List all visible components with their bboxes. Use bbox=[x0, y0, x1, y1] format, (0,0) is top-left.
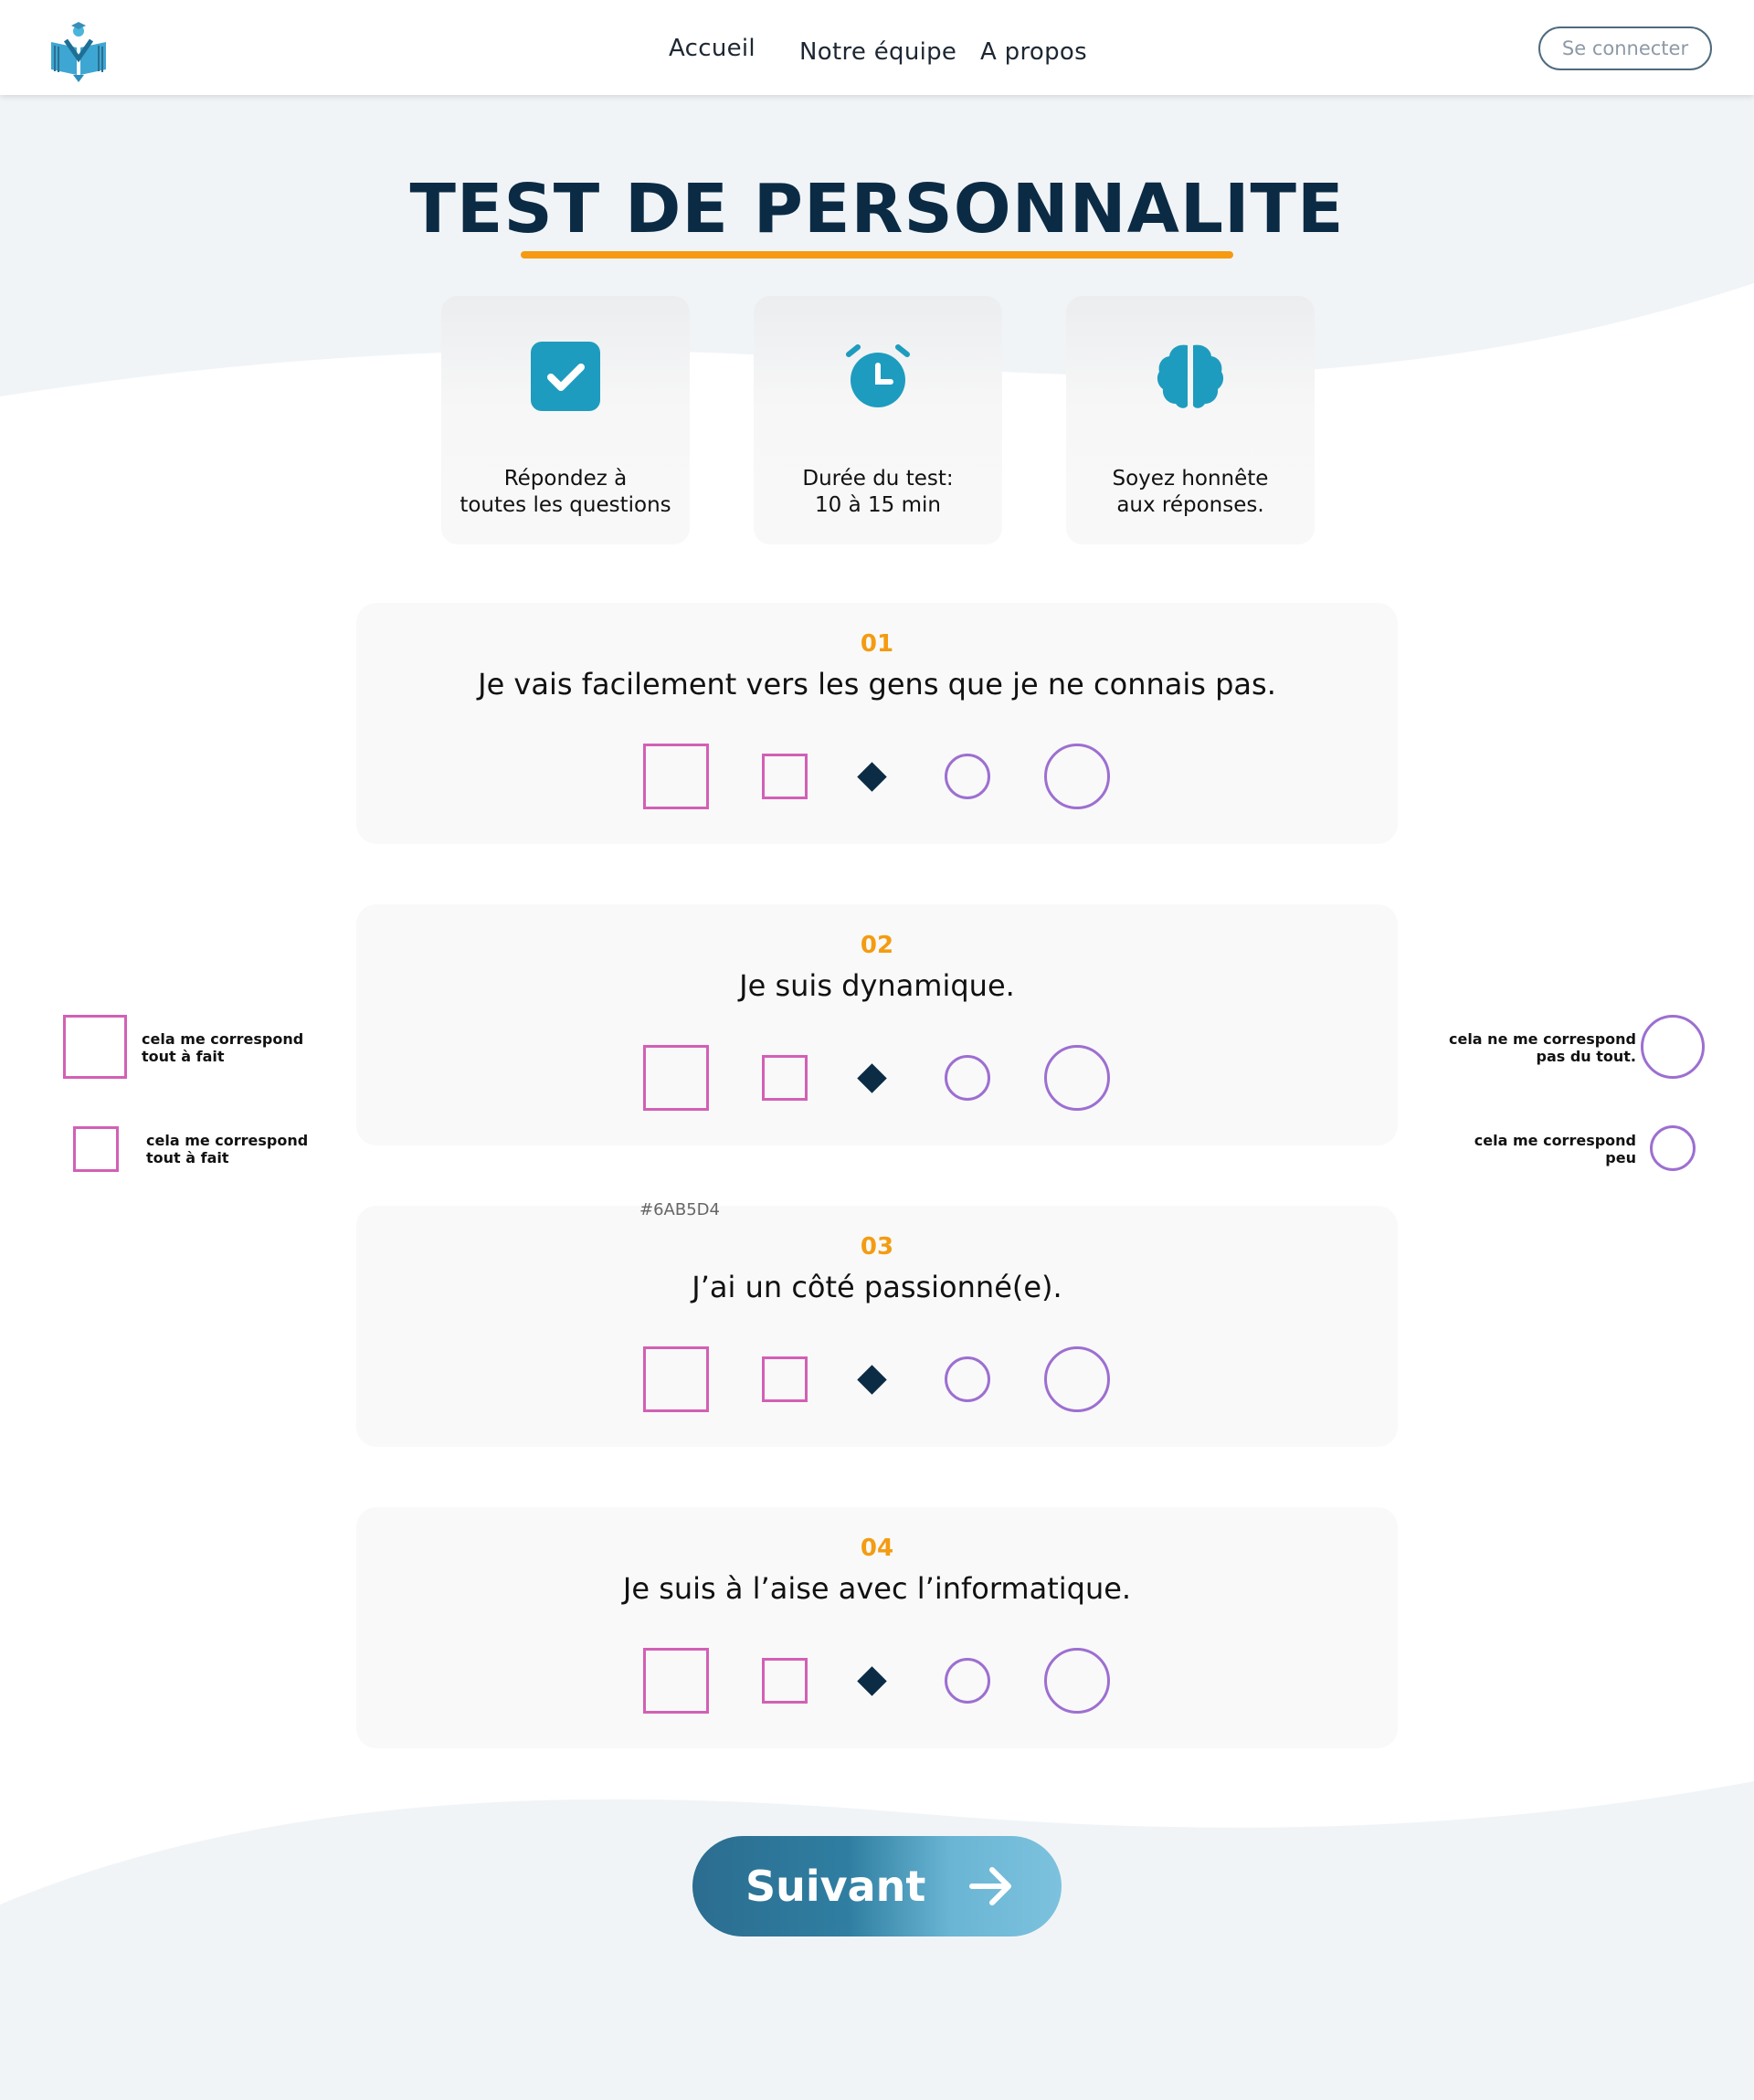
answer-strongly-agree[interactable] bbox=[643, 1045, 709, 1111]
question-number: 03 bbox=[860, 1233, 894, 1261]
legend-line: cela me correspond bbox=[146, 1132, 309, 1149]
info-line: Soyez honnête bbox=[1112, 467, 1269, 491]
answer-strongly-agree[interactable] bbox=[643, 1346, 709, 1412]
info-text-duration: Durée du test: 10 à 15 min bbox=[754, 466, 1002, 519]
legend-right-large-text: cela ne me correspond pas du tout. bbox=[1449, 1030, 1636, 1065]
nav-accueil[interactable]: Accueil bbox=[669, 35, 755, 62]
question-card-3: 03 J’ai un côté passionné(e). bbox=[356, 1206, 1398, 1447]
answer-agree[interactable] bbox=[762, 1658, 808, 1704]
question-number: 04 bbox=[860, 1535, 894, 1562]
question-text: Je vais facilement vers les gens que je … bbox=[478, 667, 1276, 702]
legend-large-square bbox=[63, 1015, 127, 1079]
legend-left-small-text: cela me correspond tout à fait bbox=[146, 1132, 308, 1166]
question-text: J’ai un côté passionné(e). bbox=[692, 1270, 1062, 1304]
legend-line: cela ne me correspond bbox=[1448, 1030, 1636, 1048]
legend-line: tout à fait bbox=[142, 1048, 225, 1065]
legend-right-small-text: cela me correspond peu bbox=[1474, 1132, 1636, 1166]
answer-strongly-disagree[interactable] bbox=[1044, 1045, 1110, 1111]
question-card-4: 04 Je suis à l’aise avec l’informatique. bbox=[356, 1507, 1398, 1748]
info-card-answer-all: Répondez à toutes les questions bbox=[441, 296, 690, 544]
answer-agree[interactable] bbox=[762, 754, 808, 799]
legend-line: peu bbox=[1605, 1149, 1636, 1166]
arrow-right-icon bbox=[969, 1867, 1011, 1905]
question-number: 02 bbox=[860, 932, 894, 959]
legend-small-square bbox=[73, 1126, 119, 1172]
legend-line: cela me correspond bbox=[142, 1030, 304, 1048]
nav-notre-equipe[interactable]: Notre équipe bbox=[799, 38, 956, 66]
title-underline bbox=[521, 251, 1233, 259]
answer-agree[interactable] bbox=[762, 1055, 808, 1101]
legend-line: tout à fait bbox=[146, 1149, 229, 1166]
answer-strongly-agree[interactable] bbox=[643, 744, 709, 809]
info-line: Répondez à bbox=[503, 467, 628, 491]
logo-book-icon[interactable] bbox=[46, 18, 111, 84]
answer-neutral[interactable] bbox=[857, 762, 887, 792]
info-line: 10 à 15 min bbox=[815, 493, 941, 517]
info-text-honest: Soyez honnête aux réponses. bbox=[1066, 466, 1315, 519]
next-button[interactable]: Suivant bbox=[692, 1836, 1062, 1936]
nav-a-propos[interactable]: A propos bbox=[980, 38, 1087, 66]
legend-line: cela me correspond bbox=[1474, 1132, 1636, 1149]
info-text-answer-all: Répondez à toutes les questions bbox=[441, 466, 690, 519]
answer-neutral[interactable] bbox=[857, 1365, 887, 1395]
answer-disagree[interactable] bbox=[945, 1356, 990, 1402]
info-card-duration: Durée du test: 10 à 15 min bbox=[754, 296, 1002, 544]
page-title: TEST DE PERSONNALITE bbox=[409, 170, 1345, 248]
question-text: Je suis dynamique. bbox=[739, 968, 1015, 1003]
answer-neutral[interactable] bbox=[857, 1063, 887, 1093]
answer-strongly-disagree[interactable] bbox=[1044, 744, 1110, 809]
next-button-label: Suivant bbox=[745, 1862, 926, 1911]
color-annotation: #6AB5D4 bbox=[639, 1200, 720, 1219]
answer-disagree[interactable] bbox=[945, 754, 990, 799]
info-line: aux réponses. bbox=[1116, 493, 1264, 517]
info-line: Durée du test: bbox=[802, 467, 954, 491]
info-card-honest: Soyez honnête aux réponses. bbox=[1066, 296, 1315, 544]
login-button[interactable]: Se connecter bbox=[1538, 26, 1712, 70]
answer-neutral[interactable] bbox=[857, 1666, 887, 1696]
legend-large-circle bbox=[1641, 1015, 1705, 1079]
legend-line: pas du tout. bbox=[1536, 1048, 1636, 1065]
answer-agree[interactable] bbox=[762, 1356, 808, 1402]
question-card-1: 01 Je vais facilement vers les gens que … bbox=[356, 603, 1398, 844]
question-text: Je suis à l’aise avec l’informatique. bbox=[622, 1571, 1132, 1606]
info-line: toutes les questions bbox=[460, 493, 671, 517]
alarm-clock-icon bbox=[846, 344, 910, 407]
answer-strongly-disagree[interactable] bbox=[1044, 1346, 1110, 1412]
question-number: 01 bbox=[860, 630, 894, 658]
answer-disagree[interactable] bbox=[945, 1658, 990, 1704]
legend-left-large-text: cela me correspond tout à fait bbox=[142, 1030, 303, 1065]
question-card-2: 02 Je suis dynamique. bbox=[356, 904, 1398, 1145]
top-navbar: Accueil Notre équipe A propos Se connect… bbox=[0, 0, 1754, 95]
answer-strongly-agree[interactable] bbox=[643, 1648, 709, 1714]
check-icon bbox=[531, 342, 600, 411]
answer-disagree[interactable] bbox=[945, 1055, 990, 1101]
answer-strongly-disagree[interactable] bbox=[1044, 1648, 1110, 1714]
legend-small-circle bbox=[1650, 1125, 1696, 1171]
brain-icon bbox=[1157, 344, 1224, 408]
